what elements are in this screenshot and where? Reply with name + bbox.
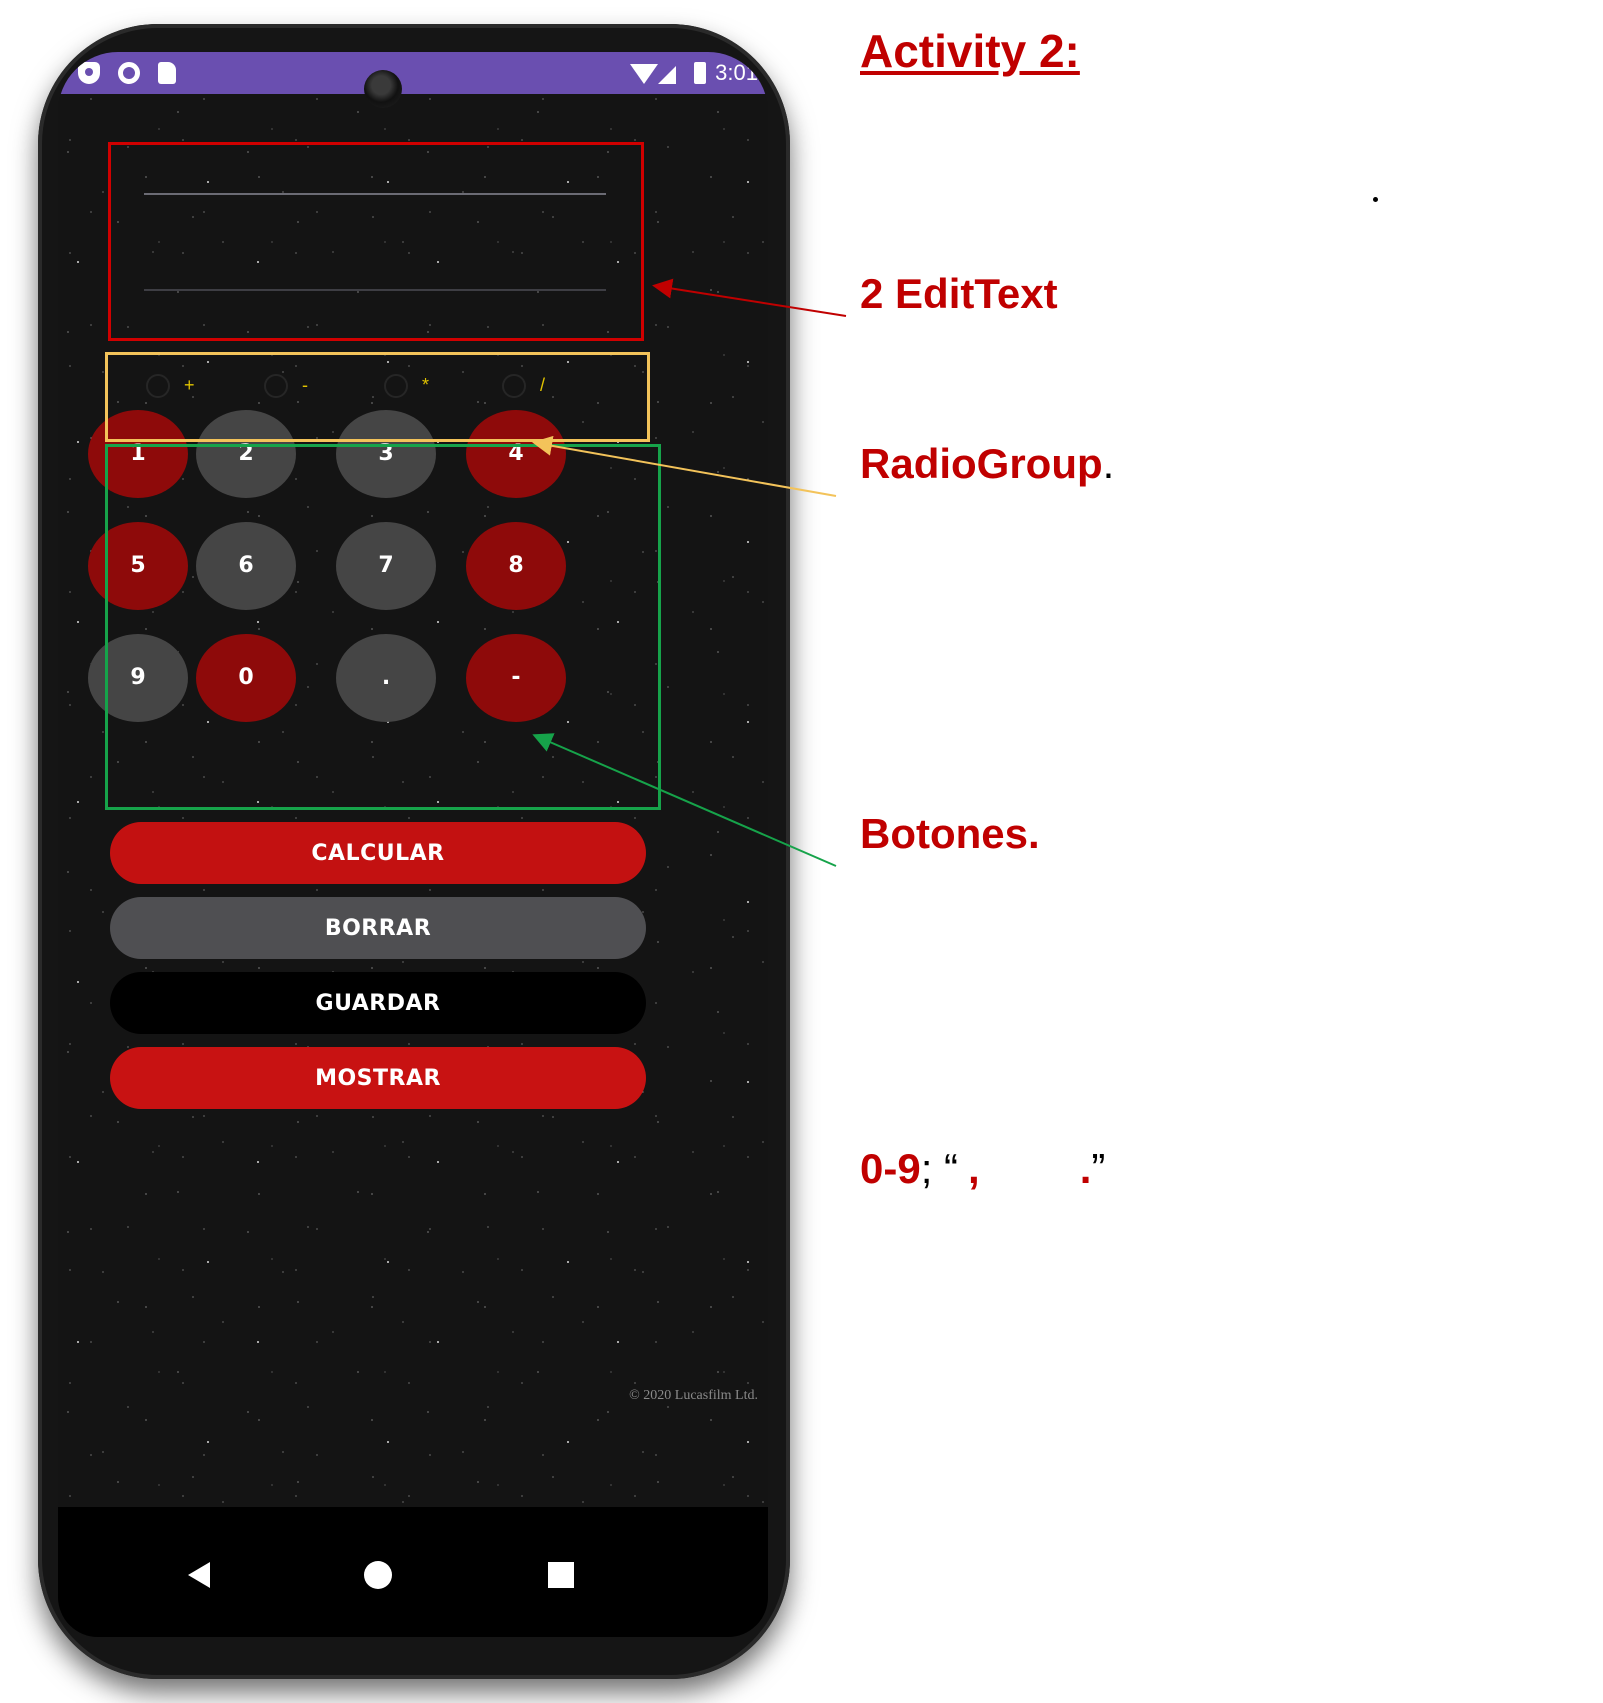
phone-screen: 3:01 + - * / 1234567890.- CALCULAR BORRA… bbox=[58, 52, 768, 1637]
digits-annotation-comma: , bbox=[968, 1145, 980, 1192]
status-bar: 3:01 bbox=[58, 52, 768, 94]
radiogroup-annotation-period: . bbox=[1102, 440, 1115, 487]
digits-annotation-dot: . bbox=[1079, 1145, 1092, 1192]
activity-title: Activity 2: bbox=[860, 25, 1080, 77]
digits-annotation-separator: ; “ bbox=[920, 1145, 959, 1192]
buttons-highlight-box bbox=[105, 444, 661, 810]
recent-apps-icon[interactable] bbox=[548, 1562, 574, 1588]
watermark: © 2020 Lucasfilm Ltd. bbox=[629, 1388, 758, 1403]
radiogroup-annotation-text: RadioGroup bbox=[860, 440, 1103, 487]
edittext-highlight-box bbox=[108, 142, 644, 341]
digits-annotation-range: 0-9 bbox=[860, 1145, 921, 1192]
shield-icon bbox=[78, 62, 100, 84]
digits-annotation-close: ” bbox=[1091, 1145, 1106, 1192]
calcular-button[interactable]: CALCULAR bbox=[110, 822, 646, 884]
radiogroup-highlight-box bbox=[105, 352, 650, 442]
home-icon[interactable] bbox=[364, 1561, 392, 1589]
stray-dot bbox=[1373, 197, 1378, 202]
edittext-annotation: 2 EditText bbox=[860, 270, 1058, 317]
wifi-icon bbox=[630, 64, 658, 84]
guardar-button[interactable]: GUARDAR bbox=[110, 972, 646, 1034]
signal-icon bbox=[658, 66, 676, 84]
navigation-bar bbox=[58, 1507, 768, 1637]
front-camera bbox=[364, 70, 402, 108]
digits-annotation: 0-9; “,.” bbox=[860, 1145, 1105, 1193]
record-icon bbox=[118, 62, 140, 84]
battery-icon bbox=[694, 62, 706, 84]
back-icon[interactable] bbox=[188, 1562, 210, 1588]
radiogroup-annotation: RadioGroup. bbox=[860, 440, 1114, 488]
buttons-annotation: Botones. bbox=[860, 810, 1040, 857]
sd-card-icon bbox=[158, 62, 176, 84]
mostrar-button[interactable]: MOSTRAR bbox=[110, 1047, 646, 1109]
borrar-button[interactable]: BORRAR bbox=[110, 897, 646, 959]
status-time: 3:01 bbox=[715, 60, 758, 85]
